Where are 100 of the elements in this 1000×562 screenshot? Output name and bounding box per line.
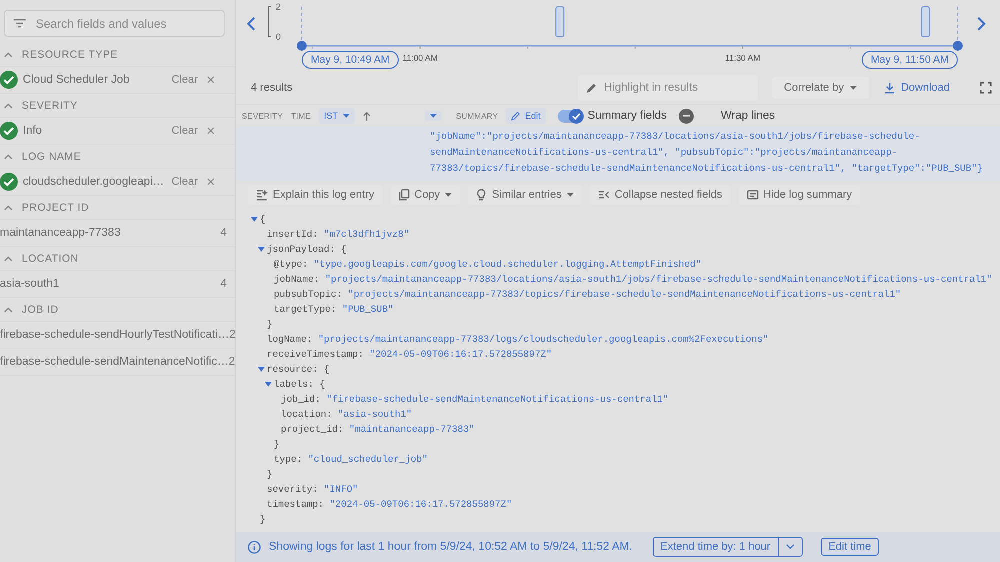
json-field: targetType: "PUB_SUB" xyxy=(274,302,394,317)
copy-icon xyxy=(398,189,410,201)
collapse-caret-icon[interactable] xyxy=(4,256,13,262)
start-time-chip[interactable]: May 9, 10:49 AM xyxy=(302,51,399,69)
json-field: location: "asia-south1" xyxy=(281,407,412,422)
section-title: JOB ID xyxy=(22,304,59,316)
x-tick-label: 11:30 AM xyxy=(725,53,761,63)
chevron-right-icon xyxy=(976,17,986,31)
field-value[interactable]: maintananceapp-77383 xyxy=(0,227,221,239)
dropdown-caret-icon xyxy=(430,114,438,118)
json-field: job_id: "firebase-schedule-sendMaintenanceNotifications-us-central1" xyxy=(281,392,669,407)
edit-button[interactable]: Edit xyxy=(506,108,546,124)
filter-value: cloudscheduler.googleapi… xyxy=(23,176,166,188)
histogram-bar[interactable] xyxy=(921,6,930,38)
closing-brace: } xyxy=(267,468,273,482)
close-icon xyxy=(207,127,215,135)
check-circle-icon[interactable] xyxy=(0,173,18,191)
toggle-label: Wrap lines xyxy=(721,110,776,122)
value-count: 2 xyxy=(229,329,236,341)
json-object-key: { xyxy=(260,212,266,227)
chevron-down-icon xyxy=(786,544,795,550)
clear-button[interactable]: Clear xyxy=(168,123,219,139)
column-heading: SUMMARY xyxy=(456,112,498,120)
closing-brace: } xyxy=(267,318,273,332)
time-range-message: Showing logs for last 1 hour from 5/9/24, 10:52 AM to 5/9/24, 11:52 AM. xyxy=(269,541,633,553)
json-object-key: jsonPayload: { xyxy=(267,242,347,257)
json-field: severity: "INFO" xyxy=(267,482,358,497)
collapse-icon xyxy=(598,190,610,200)
value-count: 4 xyxy=(220,227,227,239)
search-field[interactable]: Search fields and values xyxy=(4,10,225,37)
column-dropdown[interactable] xyxy=(425,111,442,121)
section-title: RESOURCE TYPE xyxy=(22,48,118,60)
close-icon xyxy=(207,76,215,84)
section-title: LOG NAME xyxy=(22,150,82,162)
clear-button[interactable]: Clear xyxy=(168,72,219,88)
pencil-icon xyxy=(586,83,598,94)
closing-brace: } xyxy=(260,513,266,527)
x-tick-label: 11:00 AM xyxy=(402,53,438,63)
json-field: @type: "type.googleapis.com/google.cloud.scheduler.logging.AttemptFinished" xyxy=(274,257,702,272)
json-field: type: "cloud_scheduler_job" xyxy=(274,452,428,467)
lightbulb-icon xyxy=(476,189,488,201)
toggle-label: Summary fields xyxy=(588,110,668,122)
histogram-bar[interactable] xyxy=(556,6,565,38)
y-axis-bracket xyxy=(268,6,272,38)
section-title: PROJECT ID xyxy=(22,202,90,214)
json-field: logName: "projects/maintananceapp-77383/logs/cloudscheduler.googleapis.com%2Fexecutions" xyxy=(267,332,769,347)
collapse-caret-icon[interactable] xyxy=(4,204,13,210)
sort-up-arrow-icon[interactable] xyxy=(363,112,372,120)
collapse-caret-icon[interactable] xyxy=(4,154,13,160)
summary-icon xyxy=(746,190,758,200)
timezone-dropdown[interactable]: IST xyxy=(319,108,356,124)
toggle-switch[interactable] xyxy=(558,110,582,122)
log-summary-text: "jobName":"projects/maintananceapp-77383/locations/asia-south1/jobs/firebase-schedule-sendMaintenanceNotifications-us-central1", "pubsubTopic":"projects/maintananceapp-77383/topics/firebase-schedule-sendMaintenanceNotifications-us-central1", "targetType":"PUB_SUB"} xyxy=(430,130,984,176)
collapse-caret-icon[interactable] xyxy=(4,306,13,312)
json-field: jobName: "projects/maintananceapp-77383/locations/asia-south1/jobs/firebase-schedule-sendMaintenanceNotifications-us-central1" xyxy=(274,272,992,287)
json-field: project_id: "maintananceapp-77383" xyxy=(281,422,475,437)
pencil-icon xyxy=(511,112,520,120)
chevron-left-icon xyxy=(246,17,256,31)
json-field: timestamp: "2024-05-09T06:16:17.572855897Z" xyxy=(267,497,512,512)
edit-time-button[interactable]: Edit time xyxy=(820,538,880,556)
check-circle-icon[interactable] xyxy=(0,71,18,89)
download-icon xyxy=(885,82,896,94)
end-time-chip[interactable]: May 9, 11:50 AM xyxy=(862,51,958,69)
json-object-key: resource: { xyxy=(267,362,330,377)
correlate-dropdown[interactable]: Correlate by xyxy=(772,77,870,99)
collapse-caret-icon[interactable] xyxy=(4,52,13,58)
column-heading: SEVERITY xyxy=(242,112,284,120)
field-value[interactable]: asia-south1 xyxy=(0,278,221,290)
y-tick-label: 2 xyxy=(276,2,282,12)
filter-value: Cloud Scheduler Job xyxy=(23,74,131,86)
download-button[interactable]: Download xyxy=(877,78,958,98)
json-field: receiveTimestamp: "2024-05-09T06:16:17.572855897Z" xyxy=(267,347,552,362)
info-icon xyxy=(248,540,261,554)
json-object-key: labels: { xyxy=(274,377,326,392)
value-count: 2 xyxy=(228,356,236,368)
explain-icon xyxy=(256,189,268,201)
close-icon xyxy=(207,178,215,186)
json-field: pubsubTopic: "projects/maintananceapp-77383/topics/firebase-schedule-sendMaintenanceNotifications-us-central1" xyxy=(274,287,902,302)
column-heading: TIME xyxy=(291,112,312,120)
field-value[interactable]: firebase-schedule-sendMaintenanceNotific… xyxy=(0,356,229,368)
dropdown-caret-icon xyxy=(850,86,858,90)
fullscreen-icon[interactable] xyxy=(980,82,992,94)
y-tick-label: 0 xyxy=(276,32,282,42)
closing-brace: } xyxy=(274,438,280,452)
section-title: LOCATION xyxy=(22,252,79,264)
range-handle[interactable] xyxy=(953,41,963,51)
section-title: SEVERITY xyxy=(22,100,78,112)
dropdown-caret-icon xyxy=(343,114,350,118)
filter-icon xyxy=(14,19,26,28)
filter-value: Info xyxy=(23,125,44,137)
range-handle[interactable] xyxy=(297,41,307,51)
json-field: insertId: "m7cl3dfh1jvz8" xyxy=(267,227,410,242)
results-count: 4 results xyxy=(251,82,294,94)
check-circle-icon[interactable] xyxy=(0,122,18,140)
clear-button[interactable]: Clear xyxy=(168,174,219,190)
collapse-caret-icon[interactable] xyxy=(4,102,13,108)
minus-icon xyxy=(683,115,690,117)
highlight-field[interactable]: Highlight in results xyxy=(578,75,758,101)
field-value[interactable]: firebase-schedule-sendHourlyTestNotificati… xyxy=(0,329,230,341)
value-count: 4 xyxy=(220,278,227,290)
